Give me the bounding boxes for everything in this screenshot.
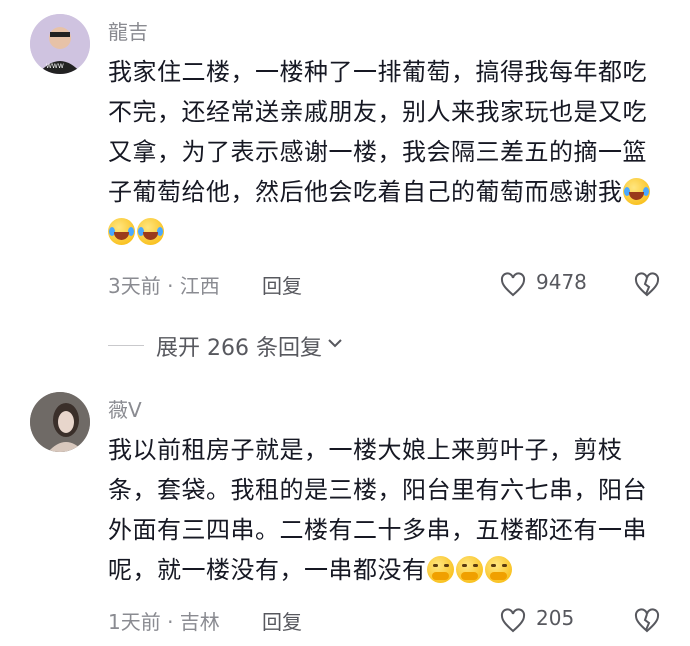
expand-replies-label: 展开 266 条回复: [156, 336, 322, 361]
broken-heart-icon[interactable]: [634, 608, 660, 634]
heart-icon[interactable]: [500, 272, 526, 298]
reply-button[interactable]: 回复: [262, 606, 302, 635]
smirk-icon: [426, 556, 454, 583]
like-count: 205: [536, 606, 575, 630]
avatar[interactable]: [30, 392, 90, 452]
divider: [108, 345, 144, 346]
laugh-cry-icon: [137, 218, 164, 245]
comment-meta: 3天前 · 江西 回复 9478: [108, 270, 668, 300]
smirk-icon: [484, 556, 512, 583]
heart-icon[interactable]: [500, 608, 526, 634]
comment-text-content: 我以前租房子就是，一楼大娘上来剪叶子，剪枝条，套袋。我租的是三楼，阳台里有六七串…: [108, 436, 647, 584]
time-location: 1天前 · 吉林: [108, 610, 220, 634]
like-count: 9478: [536, 270, 587, 294]
avatar-image: [30, 392, 90, 452]
comment-text: 我以前租房子就是，一楼大娘上来剪叶子，剪枝条，套袋。我租的是三楼，阳台里有六七串…: [108, 430, 668, 590]
time-location: 3天前 · 江西: [108, 274, 220, 298]
comment-text-content: 我家住二楼，一楼种了一排葡萄，搞得我每年都吃不完，还经常送亲戚朋友，别人来我家玩…: [108, 58, 647, 206]
comment-meta: 1天前 · 吉林 回复 205: [108, 606, 668, 636]
username[interactable]: 薇V: [108, 394, 142, 423]
reply-button[interactable]: 回复: [262, 270, 302, 299]
avatar[interactable]: WWW: [30, 14, 90, 74]
username[interactable]: 龍吉: [108, 16, 148, 45]
avatar-caption: WWW: [46, 63, 64, 70]
avatar-image: WWW: [30, 14, 90, 74]
comment-text: 我家住二楼，一楼种了一排葡萄，搞得我每年都吃不完，还经常送亲戚朋友，别人来我家玩…: [108, 52, 668, 252]
laugh-cry-icon: [622, 178, 650, 205]
broken-heart-icon[interactable]: [634, 272, 660, 298]
chevron-down-icon: [328, 339, 342, 348]
laugh-cry-icon: [108, 218, 135, 245]
smirk-icon: [455, 556, 483, 583]
